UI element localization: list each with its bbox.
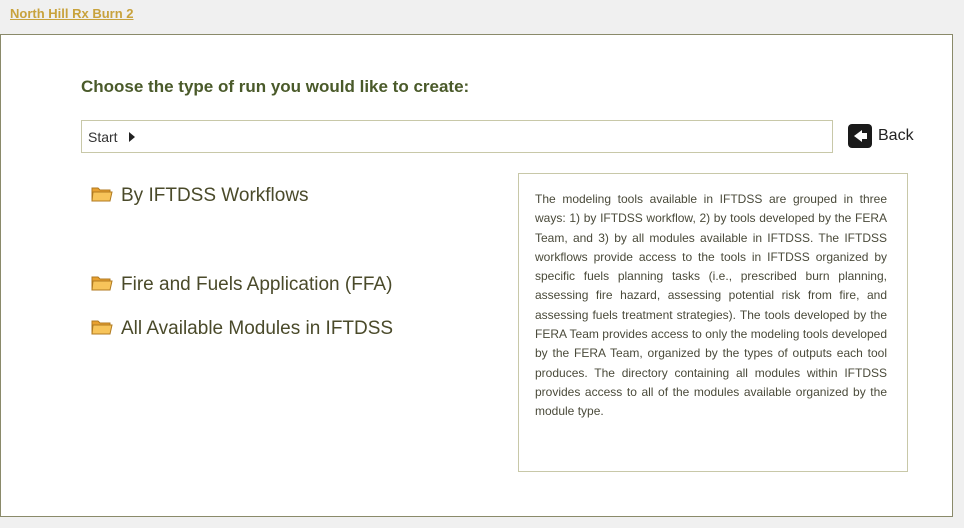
option-label: Fire and Fuels Application (FFA)	[121, 274, 393, 295]
breadcrumb: Start	[81, 120, 833, 153]
back-arrow-icon	[848, 124, 872, 148]
info-box: The modeling tools available in IFTDSS a…	[518, 173, 908, 472]
run-type-panel: Choose the type of run you would like to…	[0, 34, 953, 517]
back-button-label: Back	[878, 127, 914, 144]
option-label: All Available Modules in IFTDSS	[121, 318, 394, 339]
folder-icon	[91, 320, 113, 335]
caret-right-icon	[129, 132, 135, 142]
breadcrumb-start[interactable]: Start	[88, 129, 118, 145]
page-title: Choose the type of run you would like to…	[81, 77, 470, 96]
folder-icon	[91, 187, 113, 202]
option-label: By IFTDSS Workflows	[121, 185, 309, 206]
folder-icon	[91, 276, 113, 291]
info-description: The modeling tools available in IFTDSS a…	[535, 192, 887, 419]
top-bar: North Hill Rx Burn 2	[0, 0, 964, 32]
project-name-link[interactable]: North Hill Rx Burn 2	[10, 6, 134, 21]
